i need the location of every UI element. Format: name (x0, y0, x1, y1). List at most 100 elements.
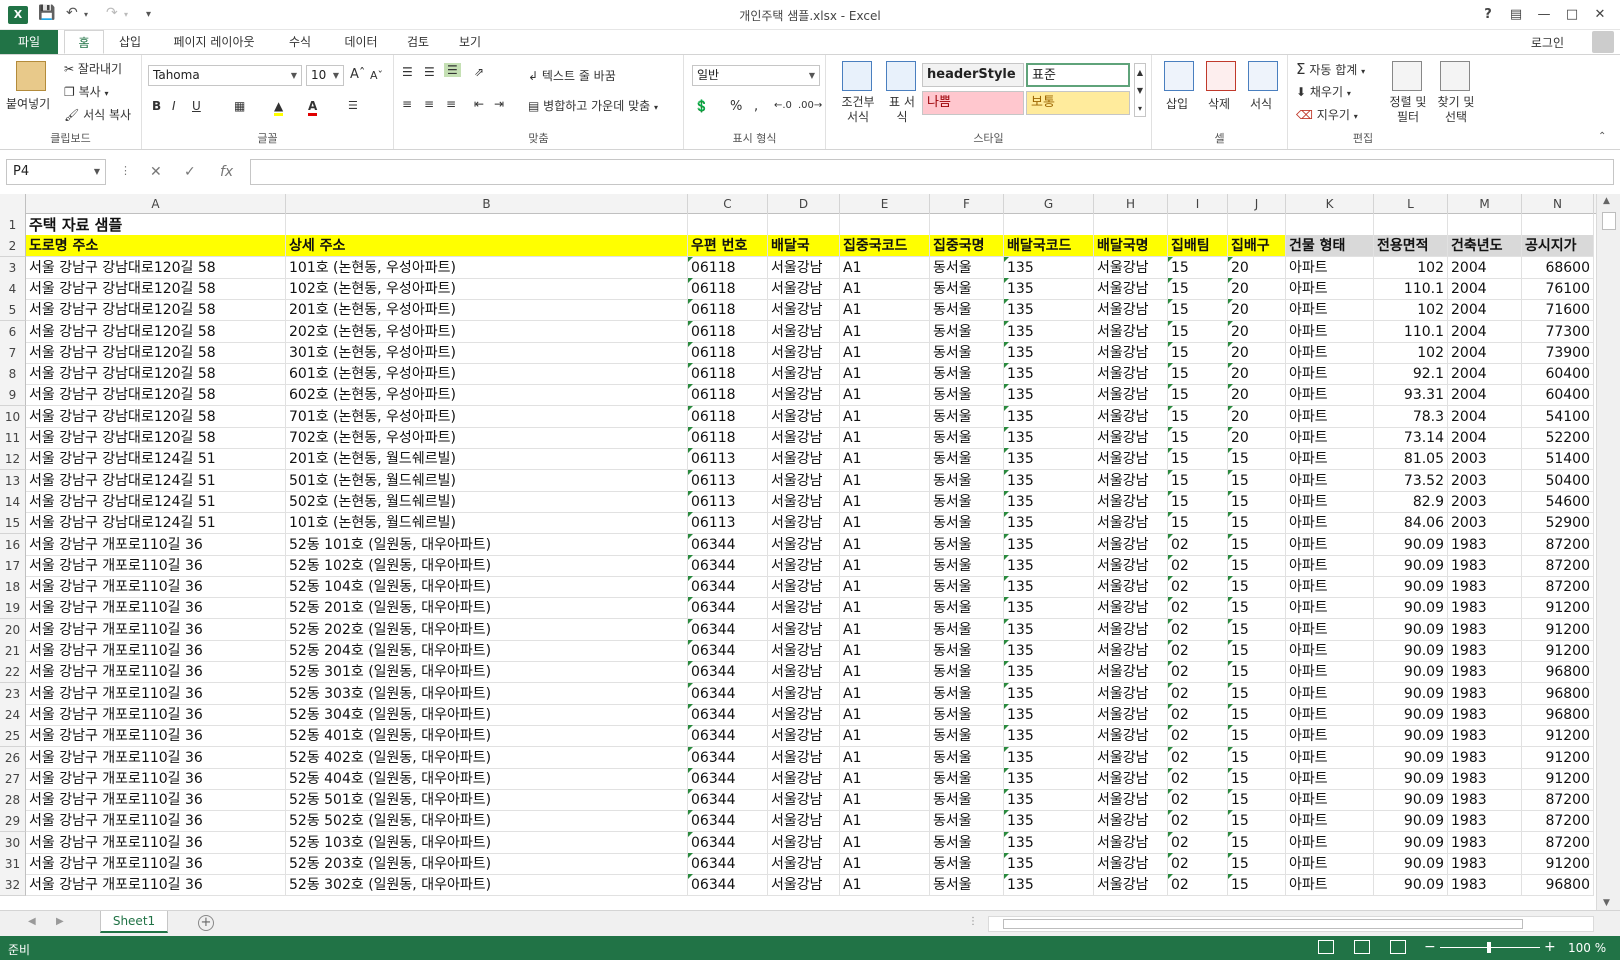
sort-filter-icon[interactable] (1392, 61, 1422, 91)
cell[interactable]: 102호 (논현동, 우성아파트) (286, 277, 688, 300)
cell[interactable]: A1 (840, 533, 930, 556)
tab-review[interactable]: 검토 (400, 30, 436, 54)
cell[interactable]: 06118 (688, 256, 768, 279)
align-right-icon[interactable]: ≡ (446, 97, 456, 111)
cancel-entry-icon[interactable]: ✕ (150, 164, 162, 180)
collapse-ribbon-icon[interactable]: ⌃ (1598, 131, 1606, 142)
cell[interactable]: 2004 (1448, 363, 1522, 386)
cell[interactable]: 2004 (1448, 299, 1522, 322)
cell[interactable]: 91200 (1522, 746, 1594, 769)
cell[interactable]: 서울강남 (768, 618, 840, 641)
cell[interactable]: 702호 (논현동, 우성아파트) (286, 427, 688, 449)
cell[interactable]: 2004 (1448, 405, 1522, 428)
name-box[interactable]: P4 ▼ (6, 159, 106, 185)
cell[interactable]: 73900 (1522, 341, 1594, 364)
minimize-icon[interactable]: — (1530, 4, 1558, 26)
cell[interactable] (1094, 214, 1168, 236)
cell[interactable]: A1 (840, 256, 930, 279)
font-color-icon[interactable]: A (308, 99, 318, 116)
cell[interactable]: 101호 (논현동, 월드쉐르빌) (286, 512, 688, 535)
cell[interactable]: 06118 (688, 299, 768, 322)
row-header[interactable]: 28 (0, 789, 26, 812)
cell[interactable]: 서울강남 (1094, 384, 1168, 407)
paste-button[interactable]: 붙여넣기 (6, 95, 50, 112)
bold-icon[interactable]: B (152, 99, 161, 113)
cell[interactable] (688, 214, 768, 236)
cell[interactable]: 서울강남 (1094, 299, 1168, 322)
cell[interactable]: 20 (1228, 363, 1286, 386)
clear-button[interactable]: ⌫ 지우기 ▾ (1296, 106, 1358, 123)
cell[interactable]: 1983 (1448, 618, 1522, 641)
style-headerstyle[interactable]: headerStyle (922, 63, 1024, 87)
cell[interactable]: 서울강남 (1094, 363, 1168, 386)
cell[interactable]: 135 (1004, 789, 1094, 812)
binoculars-icon[interactable] (1440, 61, 1470, 91)
column-header[interactable]: M (1448, 194, 1522, 214)
cell[interactable] (840, 214, 930, 236)
cell[interactable]: 76100 (1522, 277, 1594, 300)
cell[interactable]: 06344 (688, 874, 768, 897)
cell[interactable]: 동서울 (930, 682, 1004, 705)
cell[interactable]: 06344 (688, 853, 768, 875)
cell[interactable]: 52900 (1522, 512, 1594, 535)
cell[interactable]: 서울강남 (1094, 405, 1168, 428)
cell[interactable]: 54600 (1522, 490, 1594, 513)
wrap-text-button[interactable]: ↲ 텍스트 줄 바꿈 (528, 67, 616, 84)
cell[interactable]: 1983 (1448, 661, 1522, 684)
cell[interactable]: 135 (1004, 554, 1094, 577)
cell[interactable]: 서울강남 (768, 789, 840, 812)
cell[interactable]: 2003 (1448, 490, 1522, 513)
row-header[interactable]: 23 (0, 682, 26, 705)
increase-indent-icon[interactable]: ⇥ (494, 97, 504, 111)
cell[interactable]: 90.09 (1374, 767, 1448, 790)
cell[interactable]: 서울강남 (768, 363, 840, 386)
page-layout-view-icon[interactable] (1354, 940, 1370, 954)
cell[interactable]: 동서울 (930, 320, 1004, 343)
cell[interactable]: A1 (840, 810, 930, 833)
cell[interactable]: 동서울 (930, 554, 1004, 577)
cell[interactable]: 서울 강남구 개포로110길 36 (26, 874, 286, 897)
cell[interactable]: 15 (1168, 469, 1228, 492)
column-header[interactable]: B (286, 194, 688, 214)
cell[interactable]: 서울강남 (768, 725, 840, 748)
cell[interactable]: 81.05 (1374, 448, 1448, 471)
cell[interactable]: 06344 (688, 597, 768, 620)
cell[interactable]: A1 (840, 341, 930, 364)
cell[interactable]: 15 (1168, 512, 1228, 535)
row-header[interactable]: 15 (0, 512, 26, 535)
cell[interactable]: 135 (1004, 448, 1094, 471)
add-sheet-icon[interactable]: + (198, 915, 214, 931)
shrink-font-icon[interactable]: Aˇ (370, 69, 383, 82)
tab-formulas[interactable]: 수식 (280, 30, 320, 54)
cell[interactable]: 91200 (1522, 853, 1594, 875)
cell[interactable]: 20 (1228, 384, 1286, 407)
cell[interactable]: 서울강남 (768, 810, 840, 833)
cell[interactable]: 서울강남 (768, 831, 840, 854)
conditional-format-icon[interactable] (842, 61, 872, 91)
cell[interactable]: 15 (1228, 789, 1286, 812)
cell[interactable]: 15 (1228, 661, 1286, 684)
italic-icon[interactable]: I (172, 99, 176, 113)
cell[interactable]: 135 (1004, 810, 1094, 833)
fill-color-icon[interactable]: ▲ (274, 99, 284, 116)
cell[interactable]: 서울 강남구 개포로110길 36 (26, 554, 286, 577)
cell[interactable]: 96800 (1522, 682, 1594, 705)
cell[interactable]: 20 (1228, 341, 1286, 364)
cell[interactable]: 90.09 (1374, 576, 1448, 599)
cell[interactable]: 서울강남 (768, 682, 840, 705)
cell[interactable] (768, 214, 840, 236)
cell[interactable]: 96800 (1522, 703, 1594, 726)
cell[interactable]: 02 (1168, 576, 1228, 599)
cell[interactable]: 서울 강남구 강남대로124길 51 (26, 469, 286, 492)
cell[interactable]: 서울강남 (1094, 874, 1168, 897)
cell[interactable]: 87200 (1522, 533, 1594, 556)
cell[interactable]: 15 (1168, 363, 1228, 386)
cell[interactable]: 서울강남 (768, 277, 840, 300)
cell[interactable]: 2004 (1448, 341, 1522, 364)
cell[interactable]: 68600 (1522, 256, 1594, 279)
cell[interactable]: 15 (1228, 810, 1286, 833)
cell[interactable]: 서울강남 (1094, 533, 1168, 556)
header-cell[interactable]: 상세 주소 (286, 235, 688, 258)
style-neutral[interactable]: 보통 (1026, 91, 1130, 115)
cell[interactable]: 501호 (논현동, 월드쉐르빌) (286, 469, 688, 492)
